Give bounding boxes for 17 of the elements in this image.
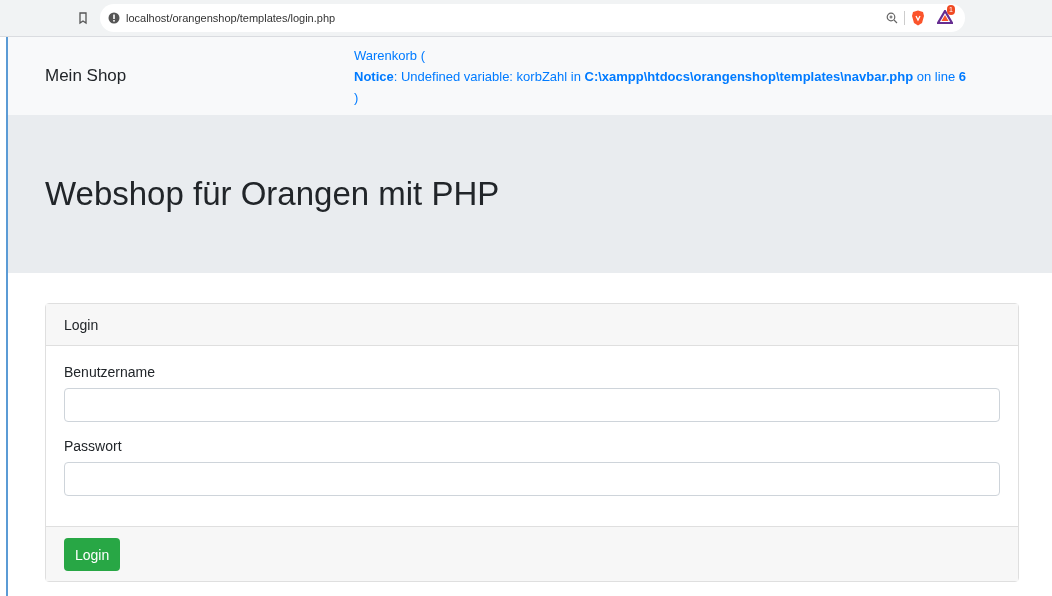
info-icon[interactable]	[108, 12, 120, 24]
field-label: Benutzername	[64, 364, 157, 380]
brand-link[interactable]: Mein Shop	[45, 66, 354, 86]
page-heading: Webshop für Orangen mit PHP	[45, 175, 500, 213]
cart-link-end[interactable]: )	[354, 86, 359, 108]
input-field[interactable]	[64, 388, 1000, 422]
login-button[interactable]: Login	[64, 538, 121, 571]
field-label: Passwort	[64, 438, 123, 454]
triangle-icon[interactable]	[937, 10, 953, 24]
bookmark-icon[interactable]	[76, 11, 90, 25]
notice-message: Notice: Undefined variable: korbZahl in C:\xampp\htdocs\orangenshop\templates\navbar.php on line 6	[354, 67, 966, 86]
zoom-icon[interactable]	[886, 12, 898, 24]
url-text: localhost/orangenshop/templates/login.php	[126, 12, 337, 24]
input-field[interactable]	[64, 462, 1000, 496]
cart-link[interactable]: Warenkorb (	[354, 44, 426, 66]
shield-icon[interactable]	[911, 10, 925, 26]
card-header: Login	[46, 304, 1018, 346]
